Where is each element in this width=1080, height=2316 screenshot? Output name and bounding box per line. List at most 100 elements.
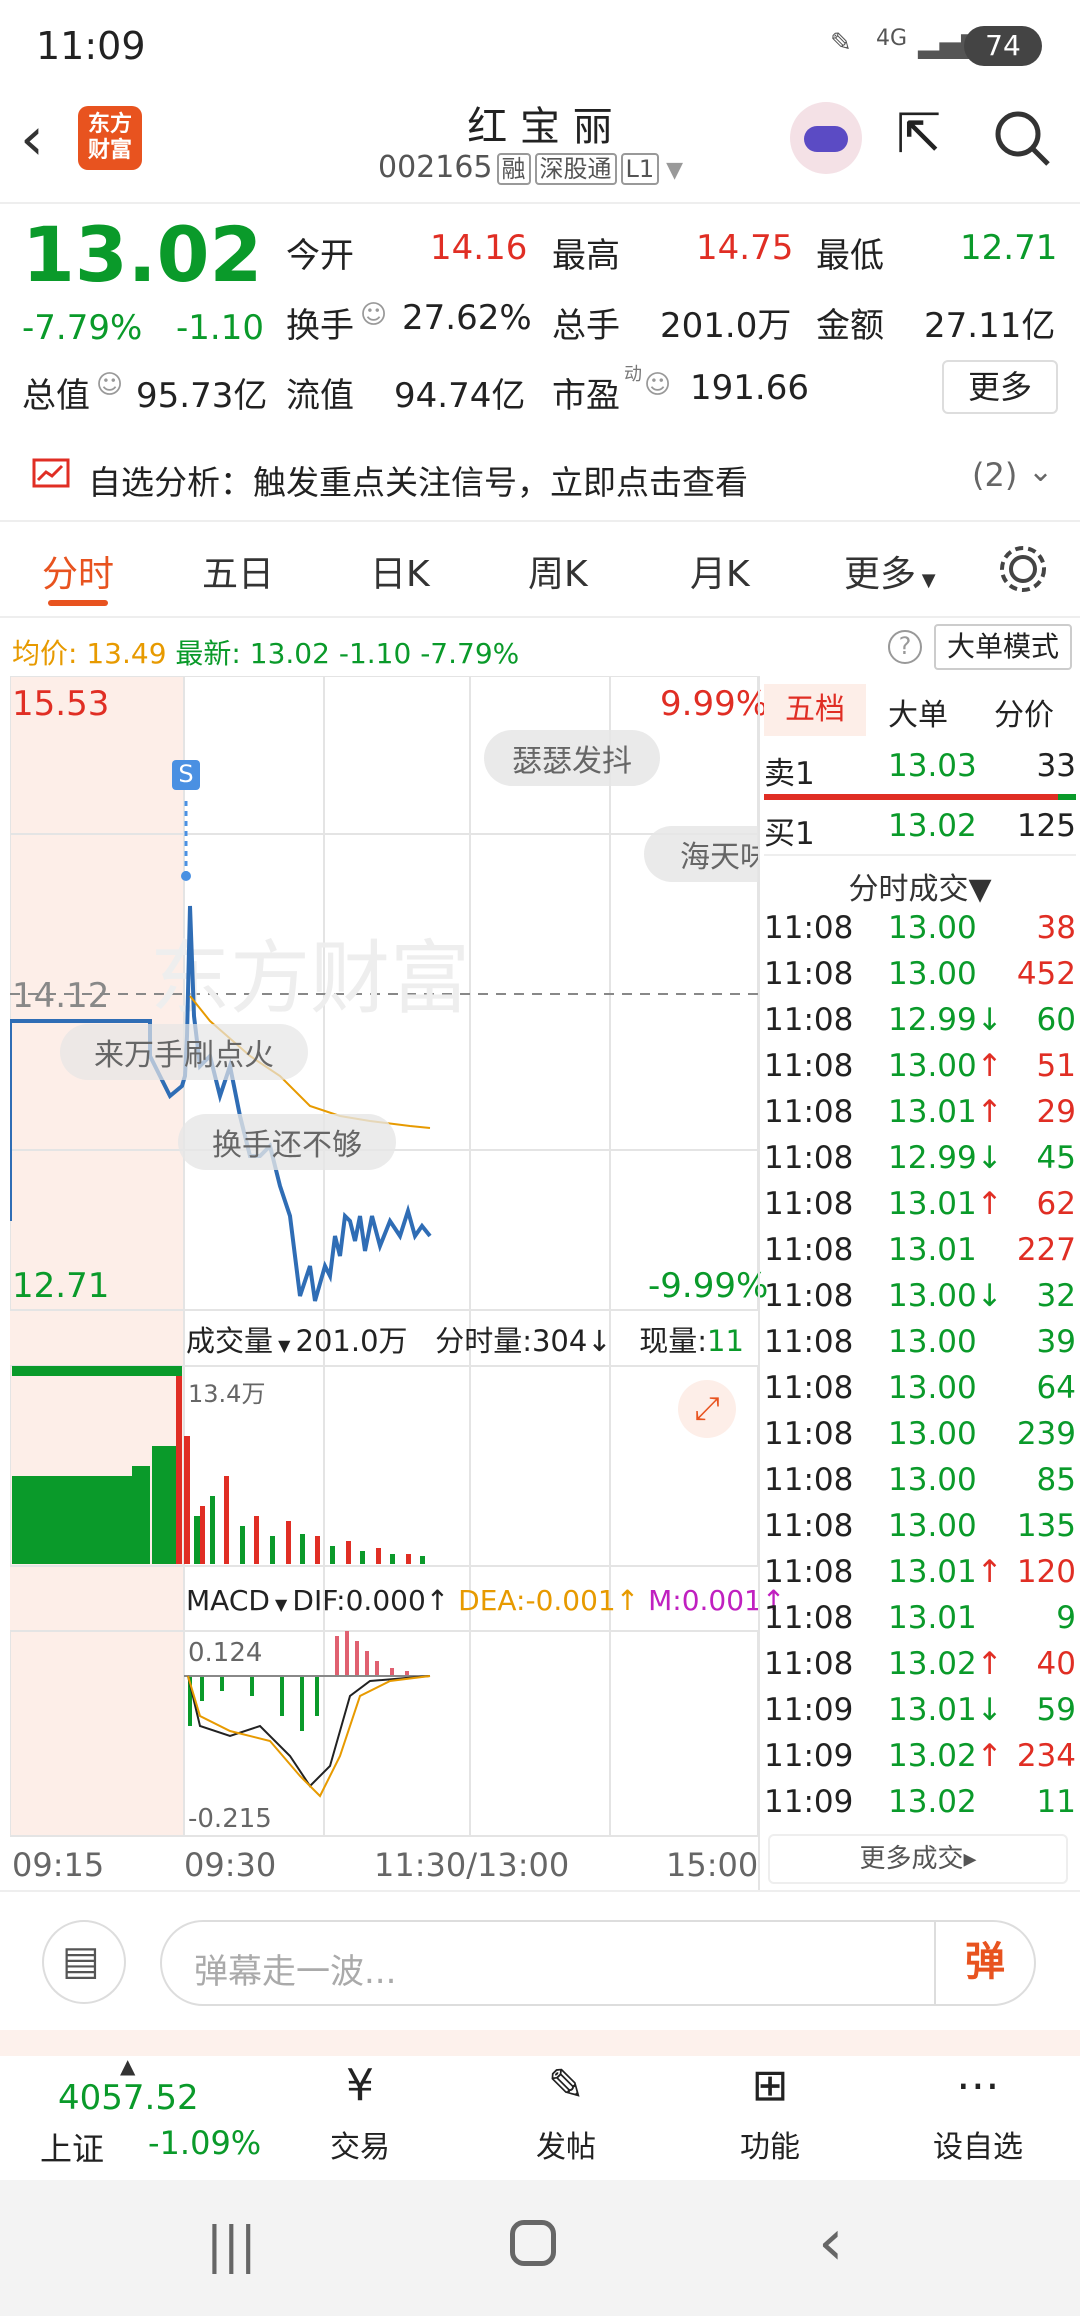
trade-qty: 120 (1016, 1554, 1076, 1590)
chg-value: -1.10 (338, 637, 412, 670)
share-icon[interactable]: ⇱ (896, 102, 941, 165)
macd-selector[interactable]: MACD (186, 1584, 270, 1617)
trade-row: 11:08 13.00 85 (764, 1462, 1076, 1508)
nav-post-label: 发帖 (536, 2130, 596, 2165)
trade-row: 11:09 13.01↓ 59 (764, 1692, 1076, 1738)
trade-price: 13.00 ↑ (888, 1048, 1003, 1084)
trade-qty: 38 (1036, 910, 1076, 946)
amount-value: 27.11亿 (924, 306, 1056, 346)
volume-header: 成交量 ▼ 201.0万 分时量:304↓ 现量:11 (186, 1324, 744, 1358)
tab-more[interactable]: 更多 ▼ (844, 545, 936, 597)
change-abs: -1.10 (176, 308, 264, 348)
danmaku-settings-button[interactable]: ▤ (42, 1920, 126, 2004)
trade-time: 11:08 (764, 1186, 854, 1222)
low-value: 12.71 (960, 228, 1058, 268)
bid-row: 买1 13.02 125 (764, 808, 1076, 854)
recent-apps-icon[interactable]: ||| (206, 2216, 257, 2274)
stock-code: 002165 (378, 150, 493, 185)
volume-label: 总手 (552, 306, 620, 346)
trade-row: 11:08 13.00 452 (764, 956, 1076, 1002)
trade-time: 11:08 (764, 1324, 854, 1360)
grid-icon: ⊞ (751, 2060, 789, 2111)
danmaku-settings-icon: ▤ (62, 1938, 100, 1984)
tab-daily[interactable]: 日K (370, 545, 430, 597)
trade-time: 11:09 (764, 1692, 854, 1728)
avg-value: 13.49 (86, 637, 167, 670)
alert-banner[interactable]: 自选分析：触发重点关注信号，立即点击查看 (2) ⌄ (0, 434, 1080, 520)
nav-functions[interactable]: ⊞ 功能 (730, 2060, 810, 2166)
more-trades-button[interactable]: 更多成交▸ (768, 1834, 1068, 1884)
macd-dif: DIF:0.000↑ (292, 1584, 450, 1617)
nav-post[interactable]: ✎ 发帖 (526, 2060, 606, 2166)
trade-qty: 62 (1036, 1186, 1076, 1222)
system-nav-bar: ||| ‹ (0, 2180, 1080, 2316)
settings-icon[interactable] (998, 544, 1048, 594)
nav-trade-label: 交易 (330, 2130, 390, 2165)
nav-add-watchlist[interactable]: ⋯ 设自选 (918, 2060, 1038, 2166)
info-icon[interactable]: ☺ (96, 370, 123, 400)
tab-monthly[interactable]: 月K (690, 545, 750, 597)
trade-qty: 51 (1036, 1048, 1076, 1084)
time-label: 11:30/13:00 (374, 1846, 570, 1884)
index-name[interactable]: 上证 (40, 2124, 104, 2170)
index-value[interactable]: 4057.52 (58, 2078, 199, 2118)
tab-weekly[interactable]: 周K (528, 545, 588, 597)
search-icon[interactable] (992, 108, 1052, 168)
danmaku-send-button[interactable]: 弹 (934, 1922, 1034, 2004)
volume-selector[interactable]: 成交量 (186, 1324, 273, 1358)
nav-functions-label: 功能 (740, 2130, 800, 2165)
change-pct: -7.79% (22, 308, 143, 348)
index-pct[interactable]: -1.09% (148, 2124, 261, 2162)
assistant-avatar[interactable] (790, 102, 862, 174)
nav-trade[interactable]: ¥ 交易 (320, 2060, 400, 2166)
tab-price-dist[interactable]: 分价 (994, 690, 1054, 734)
volume-value: 201.0万 (660, 306, 792, 346)
trade-row: 11:08 13.00 64 (764, 1370, 1076, 1416)
trade-price: 13.02 (888, 1784, 977, 1820)
trade-row: 11:08 12.99↓ 60 (764, 1002, 1076, 1048)
back-nav-icon[interactable]: ‹ (818, 2206, 844, 2280)
chart-top-price: 15.53 (12, 684, 110, 724)
signal-marker[interactable]: S (172, 760, 200, 790)
open-value: 14.16 (430, 228, 528, 268)
trade-time: 11:08 (764, 1600, 854, 1636)
trade-price: 13.00 (888, 1462, 977, 1498)
tag-level: L1 (620, 153, 660, 185)
pe-value: 191.66 (690, 368, 809, 408)
trades-header[interactable]: 分时成交▼ (764, 864, 1076, 908)
comment-input[interactable]: 弹幕走一波... 弹 (160, 1920, 1036, 2006)
expand-icon[interactable]: ⤢ (678, 1380, 736, 1438)
watermark: 东方财富 (150, 932, 470, 1025)
low-label: 最低 (816, 236, 884, 276)
chart-alert-icon (32, 458, 70, 488)
comment-placeholder: 弹幕走一波... (194, 1952, 397, 1992)
trade-time: 11:08 (764, 1232, 854, 1268)
pe-label: 市盈 (552, 376, 620, 416)
more-button[interactable]: 更多 (942, 360, 1058, 414)
tab-5day[interactable]: 五日 (202, 545, 274, 597)
big-order-mode-button[interactable]: 大单模式 (934, 624, 1072, 670)
info-icon[interactable]: ☺ (644, 370, 671, 400)
trade-qty: 60 (1036, 1002, 1076, 1038)
alert-text: 自选分析：触发重点关注信号，立即点击查看 (88, 463, 748, 502)
tab-big-order[interactable]: 大单 (888, 690, 948, 734)
pe-superscript: 动 (624, 364, 642, 385)
bid-ask-bar (764, 794, 1076, 800)
trade-row: 11:09 13.02 11 (764, 1784, 1076, 1830)
info-icon[interactable]: ☺ (360, 300, 387, 330)
trade-time: 11:08 (764, 1416, 854, 1452)
trade-time: 11:08 (764, 1462, 854, 1498)
trade-time: 11:09 (764, 1784, 854, 1820)
home-icon[interactable] (510, 2220, 556, 2266)
help-icon[interactable]: ? (888, 630, 922, 664)
stock-code-row: 002165 融深股通 L1 ▼ (378, 150, 684, 185)
trade-qty: 9 (1056, 1600, 1076, 1636)
macd-header: MACD ▼ DIF:0.000↑ DEA:-0.001↑ M:0.001↑ (186, 1584, 786, 1617)
tab-level5[interactable]: 五档 (764, 684, 866, 736)
bid-label: 买1 (764, 816, 815, 852)
trade-qty: 45 (1036, 1140, 1076, 1176)
ask-qty: 33 (1036, 748, 1076, 784)
chart-top-pct: 9.99% (660, 684, 769, 724)
amount-label: 金额 (816, 306, 884, 346)
tab-intraday[interactable]: 分时 (42, 545, 114, 597)
